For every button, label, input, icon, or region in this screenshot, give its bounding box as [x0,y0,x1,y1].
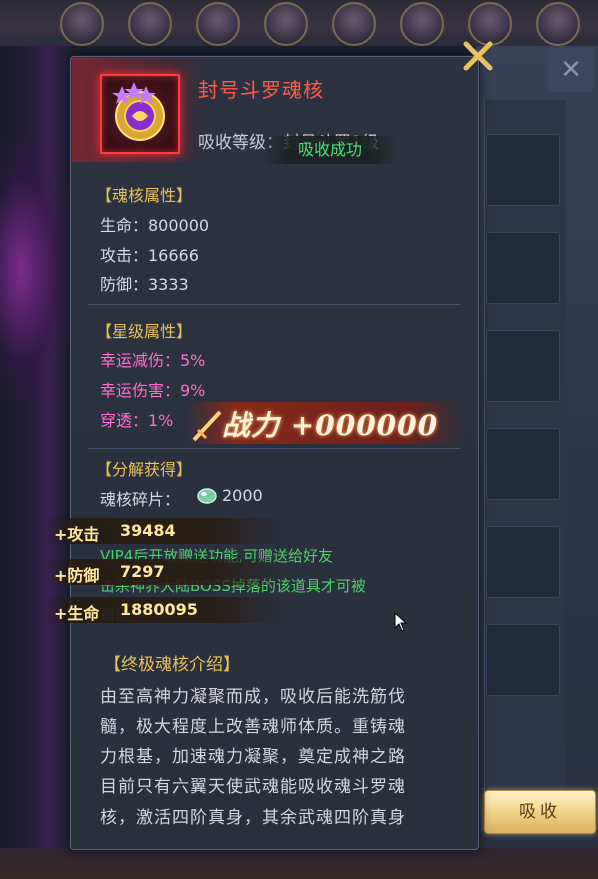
mouse-cursor-icon [394,612,408,632]
bg-inventory-slot [486,232,560,304]
intro-line: 力根基，加速魂力凝聚，奠定成神之路 [100,747,406,767]
bg-hero-portrait [128,2,172,46]
bg-close-icon: ✕ [548,48,594,92]
absorb-button[interactable]: 吸收 [484,790,596,834]
bg-hero-portrait [536,2,580,46]
bg-inventory-slot [486,330,560,402]
stat-luck-damage: 幸运伤害：9% [100,381,206,400]
close-icon[interactable] [458,36,498,76]
bg-hero-portrait [400,2,444,46]
absorb-success-toast: 吸收成功 [262,136,398,164]
intro-line: 由至高神力凝聚而成，吸收后能洗筋伐 [100,687,406,707]
power-value: +000000 [290,409,439,442]
star-attr-title: 【星级属性】 [96,322,193,341]
fragment-gem-icon [197,488,217,504]
bg-inventory-slot [486,134,560,206]
background-glow [0,140,70,400]
bg-inventory-slot [486,624,560,696]
background-bottom-strip [0,848,598,879]
bg-hero-portrait [60,2,104,46]
bg-inventory-slot [486,526,560,598]
divider [88,304,460,305]
fragment-label: 魂核碎片： [100,490,181,509]
soul-core-icon [100,74,180,154]
intro-line: 目前只有六翼天使武魂能吸收魂斗罗魂 [100,777,406,797]
gain-attack-label: +攻击 [54,525,100,544]
gain-hp-value: 1880095 [120,600,198,619]
gain-defense-label: +防御 [54,566,100,585]
intro-line: 核，激活四阶真身，其余武魂四阶真身 [100,808,406,828]
decompose-title: 【分解获得】 [96,460,193,479]
item-title: 封号斗罗魂核 [198,78,324,102]
core-attr-title: 【魂核属性】 [96,186,193,205]
intro-title: 【终极魂核介绍】 [104,655,240,675]
stat-penetration: 穿透：1% [100,411,174,430]
stat-hp: 生命：800000 [100,216,210,235]
gain-attack-value: 39484 [120,521,176,540]
bg-hero-portrait [332,2,376,46]
gain-defense-value: 7297 [120,562,165,581]
divider [88,448,460,449]
stat-defense: 防御：3333 [100,275,189,294]
stat-luck-reduction: 幸运减伤：5% [100,351,206,370]
bg-hero-portrait [264,2,308,46]
power-label: 战力 [222,409,281,442]
power-display: 战力 +000000 [222,404,438,444]
bg-inventory-slot [486,428,560,500]
gain-hp-label: +生命 [54,604,100,623]
intro-line: 髓，极大程度上改善魂师体质。重铸魂 [100,717,406,737]
fragment-value: 2000 [222,486,263,505]
bg-hero-portrait [196,2,240,46]
stat-attack: 攻击：16666 [100,246,199,265]
